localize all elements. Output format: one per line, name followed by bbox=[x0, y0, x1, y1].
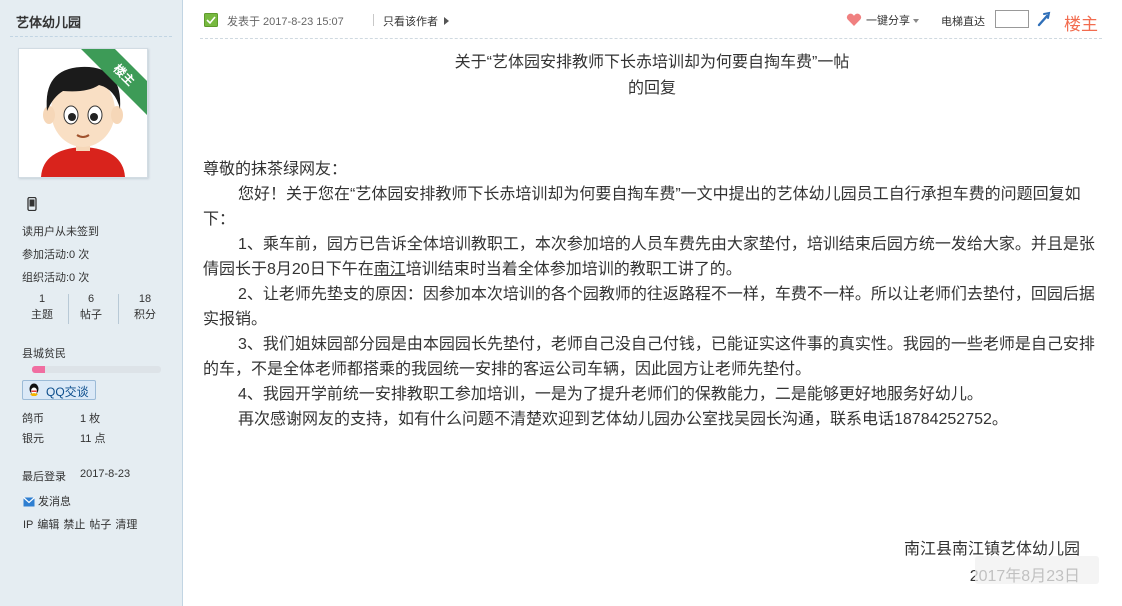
stat-label: 主题 bbox=[31, 309, 53, 321]
divider bbox=[373, 14, 374, 26]
post-header: 发表于 2017-8-23 15:07 只看该作者 一键分享 电梯直达 楼主 bbox=[183, 0, 1122, 38]
post-time: 发表于 2017-8-23 15:07 bbox=[227, 16, 344, 28]
floor-label: 楼主 bbox=[1064, 15, 1098, 34]
qq-penguin-icon bbox=[29, 383, 39, 396]
activities-joined[interactable]: 参加活动:0 次 bbox=[22, 246, 89, 262]
currency-value: 11 点 bbox=[80, 433, 106, 445]
item-text: 培训结束时当着全体参加培训的教职工讲了的。 bbox=[405, 261, 742, 278]
stat-posts[interactable]: 6 帖子 bbox=[67, 292, 115, 323]
only-author-label: 只看该作者 bbox=[383, 16, 438, 28]
post-title-line: 的回复 bbox=[627, 80, 676, 97]
share-label: 一键分享 bbox=[866, 15, 910, 27]
last-login-label: 最后登录 bbox=[22, 471, 66, 483]
admin-links: IP 编辑 禁止 帖子 清理 bbox=[23, 516, 141, 532]
jump-to-floor-label: 电梯直达 bbox=[941, 16, 985, 28]
stat-threads[interactable]: 1 主题 bbox=[18, 292, 66, 323]
floor-number-input[interactable] bbox=[995, 10, 1029, 28]
chevron-down-icon bbox=[913, 19, 919, 23]
level-progress-bar bbox=[32, 366, 161, 373]
post-body: 尊敬的抹茶绿网友： 您好！关于您在“艺体园安排教师下长赤培训却为何要自掏车费”一… bbox=[203, 157, 1103, 432]
item-paragraph: 2、让老师先垫支的原因：因参加本次培训的各个园教师的往返路程不一样，车费不一样。… bbox=[203, 286, 1095, 328]
item-paragraph: 3、我们姐妹园部分园是由本园园长先垫付，老师自己没自己付钱，已能证实这件事的真实… bbox=[203, 336, 1095, 378]
divider bbox=[10, 36, 172, 37]
last-login-date: 2017-8-23 bbox=[80, 468, 131, 480]
activities-organized[interactable]: 组织活动:0 次 bbox=[22, 269, 89, 285]
qq-chat-button[interactable]: QQ交谈 bbox=[22, 380, 96, 400]
author-name[interactable]: 艺体幼儿园 bbox=[16, 12, 81, 31]
admin-edit-link[interactable]: 编辑 bbox=[37, 519, 59, 531]
qq-chat-label: QQ交谈 bbox=[46, 385, 89, 399]
post-title: 关于“艺体园安排教师下长赤培训却为何要自掏车费”一帖 的回复 bbox=[204, 50, 1100, 102]
item-paragraph: 1、乘车前，园方已告诉全体培训教职工，本次参加培的人员车费先由大家垫付，培训结束… bbox=[203, 232, 1103, 282]
mobile-phone-icon bbox=[27, 197, 37, 211]
currency-value: 1 枚 bbox=[80, 413, 101, 425]
user-group[interactable]: 县城贫民 bbox=[22, 345, 66, 361]
item-paragraph: 4、我园开学前统一安排教职工参加培训，一是为了提升老师们的保教能力，二是能够更好… bbox=[238, 386, 983, 403]
admin-posts-link[interactable]: 帖子 bbox=[89, 519, 111, 531]
heart-icon bbox=[846, 13, 862, 26]
stat-value: 6 bbox=[87, 293, 95, 305]
go-arrow-icon[interactable] bbox=[1036, 11, 1052, 27]
admin-clean-link[interactable]: 清理 bbox=[115, 519, 137, 531]
location-link[interactable]: 南江 bbox=[374, 261, 406, 278]
intro-paragraph: 您好！关于您在“艺体园安排教师下长赤培训却为何要自掏车费”一文中提出的艺体幼儿园… bbox=[203, 186, 1081, 228]
only-author-link[interactable]: 只看该作者 bbox=[383, 13, 449, 29]
avatar[interactable]: 楼主 bbox=[18, 48, 148, 178]
share-button[interactable]: 一键分享 bbox=[846, 12, 919, 28]
stat-label: 帖子 bbox=[80, 309, 102, 321]
author-sidebar: 艺体幼儿园 楼主 读用户从未签到 参加活动:0 次 组织活动:0 次 1 主题 bbox=[0, 0, 183, 606]
currency-name: 银元 bbox=[22, 433, 44, 445]
admin-ip-link[interactable]: IP bbox=[23, 519, 33, 531]
envelope-icon bbox=[23, 497, 35, 507]
level-progress-fill bbox=[32, 366, 45, 373]
online-status-icon bbox=[204, 13, 218, 27]
stat-value: 1 bbox=[38, 293, 46, 305]
currency-name: 鸽币 bbox=[22, 413, 44, 425]
stat-points[interactable]: 18 积分 bbox=[121, 292, 169, 323]
play-arrow-icon bbox=[444, 17, 449, 25]
send-message-label: 发消息 bbox=[38, 496, 71, 508]
stat-label: 积分 bbox=[134, 309, 156, 321]
admin-ban-link[interactable]: 禁止 bbox=[63, 519, 85, 531]
greeting: 尊敬的抹茶绿网友： bbox=[203, 161, 348, 178]
checkin-status: 读用户从未签到 bbox=[22, 226, 99, 238]
closing-paragraph: 再次感谢网友的支持，如有什么问题不清楚欢迎到艺体幼儿园办公室找吴园长沟通，联系电… bbox=[238, 411, 1008, 428]
divider bbox=[200, 38, 1102, 39]
send-message-link[interactable]: 发消息 bbox=[23, 493, 71, 509]
watermark bbox=[975, 556, 1099, 584]
stat-divider bbox=[118, 294, 119, 324]
post-title-line: 关于“艺体园安排教师下长赤培训却为何要自掏车费”一帖 bbox=[454, 54, 850, 71]
author-stats: 1 主题 6 帖子 18 积分 bbox=[18, 292, 164, 326]
stat-value: 18 bbox=[138, 293, 152, 305]
